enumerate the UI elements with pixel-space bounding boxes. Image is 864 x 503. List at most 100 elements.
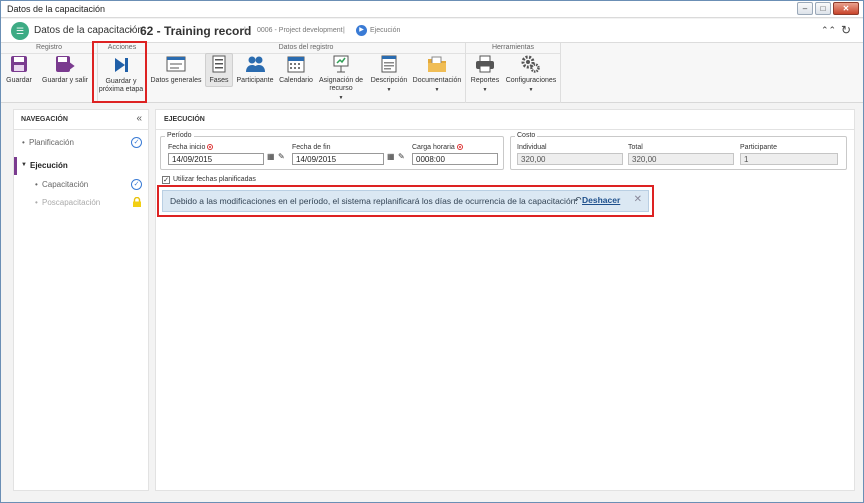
undo-icon: ↶ xyxy=(574,195,582,205)
dropdown-caret-icon: ▼ xyxy=(482,87,488,93)
group-acciones: Acciones xyxy=(98,44,146,54)
use-planned-dates-label: Utilizar fechas planificadas xyxy=(173,176,256,183)
save-exit-icon xyxy=(55,54,75,74)
record-header: ☰ Datos de la capacitación › 62 - Traini… xyxy=(1,19,863,43)
close-alert-icon[interactable]: ✕ xyxy=(634,194,642,205)
application-window: Datos de la capacitación – □ ✕ ☰ Datos d… xyxy=(0,0,864,503)
total-label: Total xyxy=(628,144,643,151)
documentation-button[interactable]: Documentación ▼ xyxy=(412,54,462,94)
end-date-label: Fecha de fin xyxy=(292,144,331,151)
nav-title: NAVEGACIÓN xyxy=(14,110,148,130)
minimize-button[interactable]: – xyxy=(797,2,813,15)
collapse-icon[interactable]: ⌃⌃ xyxy=(821,25,836,36)
resource-assignment-button[interactable]: Asignación de recurso ▼ xyxy=(316,54,366,102)
individual-label: Individual xyxy=(517,144,547,151)
use-planned-dates-checkbox[interactable]: ✓ xyxy=(162,176,170,184)
calendar-label: Calendario xyxy=(279,77,313,84)
group-herramientas: Herramientas xyxy=(466,44,560,54)
group-datos-registro: Datos del registro xyxy=(147,44,465,54)
nav-item-poscapacitacion: • Poscapacitación xyxy=(14,194,148,212)
refresh-icon[interactable]: ↻ xyxy=(841,23,851,37)
people-icon xyxy=(245,54,265,74)
header-divider: | xyxy=(244,27,246,34)
collapse-left-icon[interactable]: « xyxy=(136,113,142,124)
end-date-input[interactable] xyxy=(292,153,384,165)
title-bar: Datos de la capacitación – □ ✕ xyxy=(1,1,863,18)
costo-fieldset: Costo Individual Total Participante xyxy=(510,132,847,170)
clear-date-icon[interactable]: ✎ xyxy=(398,152,405,161)
gears-icon xyxy=(521,54,541,74)
ribbon-toolbar: Registro Acciones Datos del registro Her… xyxy=(1,43,863,103)
clear-date-icon[interactable]: ✎ xyxy=(278,152,285,161)
phases-button[interactable]: Fases xyxy=(205,53,233,87)
lock-icon xyxy=(133,197,141,207)
header-title: Datos de la capacitación xyxy=(34,25,143,36)
periodo-legend: Período xyxy=(165,132,194,139)
dropdown-caret-icon: ▼ xyxy=(386,87,392,93)
required-icon xyxy=(456,144,463,150)
stage-label: Ejecución xyxy=(370,27,401,34)
phases-label: Fases xyxy=(209,77,229,84)
documentation-label: Documentación xyxy=(412,77,462,84)
description-label: Descripción xyxy=(370,77,408,84)
window-title: Datos de la capacitación xyxy=(7,4,106,14)
workload-label: Carga horaria xyxy=(412,144,463,151)
phases-icon xyxy=(209,54,229,74)
record-title: 62 - Training record xyxy=(140,24,252,38)
description-button[interactable]: Descripción ▼ xyxy=(369,54,409,94)
calendar-icon xyxy=(286,54,306,74)
calendar-button[interactable]: Calendario xyxy=(279,54,313,85)
next-stage-icon xyxy=(111,55,131,75)
save-label: Guardar xyxy=(6,77,32,84)
required-icon xyxy=(207,144,214,150)
dropdown-caret-icon: ▼ xyxy=(528,87,534,93)
nav-item-label: Capacitación xyxy=(42,180,89,189)
save-next-stage-label: Guardar y próxima etapa xyxy=(98,78,144,93)
save-and-exit-button[interactable]: Guardar y salir xyxy=(41,54,89,85)
save-and-exit-label: Guardar y salir xyxy=(42,77,88,84)
dropdown-caret-icon: ▼ xyxy=(338,95,344,101)
reports-button[interactable]: Reportes ▼ xyxy=(469,54,501,94)
reports-label: Reportes xyxy=(470,77,500,84)
nav-item-label: Planificación xyxy=(29,138,74,147)
printer-icon xyxy=(475,54,495,74)
nav-item-ejecucion[interactable]: ▼ Ejecución xyxy=(14,157,148,175)
close-button[interactable]: ✕ xyxy=(833,2,859,15)
participant-button[interactable]: Participante xyxy=(237,54,273,85)
resource-assignment-label: Asignación de recurso xyxy=(319,77,363,92)
participant-label: Participante xyxy=(236,77,274,84)
periodo-fieldset: Período Fecha inicio ▦ ✎ Fecha de fin ▦ … xyxy=(160,132,504,170)
check-circle-icon: ✓ xyxy=(131,179,142,190)
participant-label: Participante xyxy=(740,144,777,151)
total-cost-field xyxy=(628,153,734,165)
chevron-right-icon: › xyxy=(129,24,133,36)
general-data-button[interactable]: Datos generales xyxy=(150,54,202,85)
check-circle-icon: ✓ xyxy=(131,137,142,148)
undo-link[interactable]: Deshacer xyxy=(582,195,620,205)
calendar-picker-icon[interactable]: ▦ xyxy=(387,152,395,161)
individual-cost-field xyxy=(517,153,623,165)
calendar-picker-icon[interactable]: ▦ xyxy=(267,152,275,161)
costo-legend: Costo xyxy=(515,132,538,139)
settings-label: Configuraciones xyxy=(505,77,557,84)
settings-button[interactable]: Configuraciones ▼ xyxy=(504,54,558,94)
nav-item-planificacion[interactable]: • Planificación ✓ xyxy=(14,134,148,152)
start-date-label: Fecha inicio xyxy=(168,144,214,151)
save-button[interactable]: Guardar xyxy=(6,54,32,85)
folder-icon xyxy=(427,54,447,74)
group-registro: Registro xyxy=(1,44,97,54)
nav-item-capacitacion[interactable]: • Capacitación ✓ xyxy=(14,176,148,194)
header-divider: | xyxy=(343,27,345,34)
workload-input[interactable] xyxy=(412,153,498,165)
training-icon: ☰ xyxy=(11,22,29,40)
play-icon: ▶ xyxy=(356,25,367,36)
section-title: EJECUCIÓN xyxy=(156,110,854,130)
dropdown-caret-icon: ▼ xyxy=(434,87,440,93)
nav-item-label: Ejecución xyxy=(30,161,68,170)
save-next-stage-button[interactable]: Guardar y próxima etapa xyxy=(98,55,144,94)
start-date-input[interactable] xyxy=(168,153,264,165)
maximize-button[interactable]: □ xyxy=(815,2,831,15)
participant-count-field xyxy=(740,153,838,165)
replan-notification: Debido a las modificaciones en el períod… xyxy=(162,190,649,212)
form-icon xyxy=(166,54,186,74)
